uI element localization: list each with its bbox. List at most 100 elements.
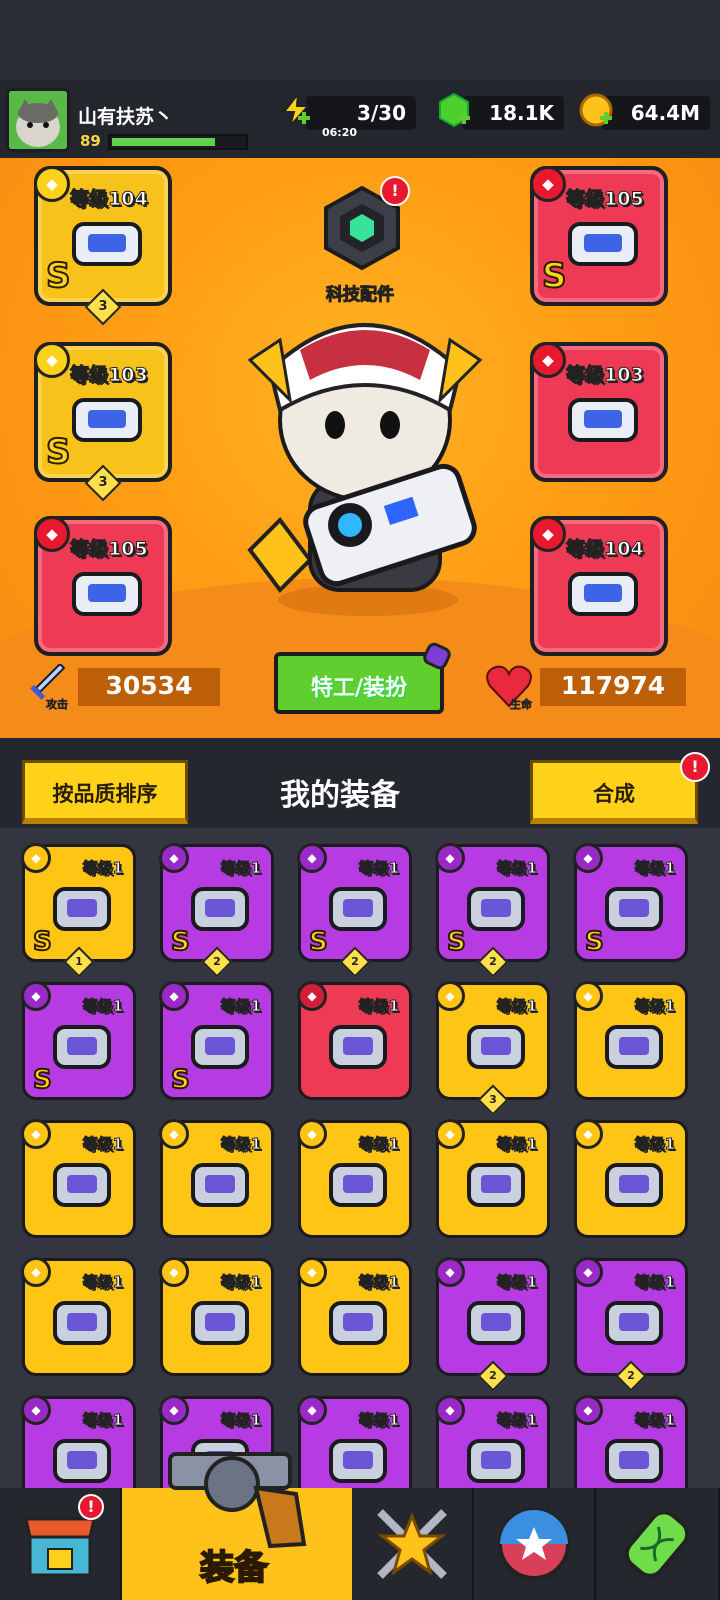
equipped-slot-weapon[interactable]: ◆ 等级104 S 3 bbox=[34, 166, 172, 326]
inventory-grid: ◆ 等级1 S 1 ◆ 等级1 S 2 ◆ 等级1 S 2 ◆ 等级1 S 2 ◆ 等级1 S ◆ 等级1 S ◆ 等级1 S ◆… bbox=[0, 828, 720, 1488]
inventory-item[interactable]: ◆ 等级1 2 bbox=[435, 1257, 550, 1392]
slot-type-icon: ◆ bbox=[34, 342, 70, 378]
blaster-gun-icon bbox=[72, 222, 142, 266]
inventory-item[interactable]: ◆ 等级1 S 2 bbox=[159, 843, 274, 978]
potion-icon bbox=[423, 642, 451, 670]
attack-value: 30534 bbox=[78, 668, 220, 706]
nav-tab-gacha[interactable] bbox=[474, 1488, 596, 1600]
dna-capsule-icon bbox=[624, 1510, 690, 1578]
equipped-slot-boots[interactable]: ◆ 等级104 bbox=[530, 516, 668, 656]
inventory-item[interactable]: ◆ 等级1 S bbox=[21, 981, 136, 1100]
item-level: 等级1 bbox=[220, 1273, 261, 1292]
rifle-icon bbox=[467, 1439, 525, 1483]
item-level: 等级1 bbox=[82, 1273, 123, 1292]
hp-value: 117974 bbox=[540, 668, 686, 706]
top-status-area bbox=[0, 0, 720, 80]
equipped-slot-glove[interactable]: ◆ 等级105 bbox=[34, 516, 172, 656]
item-star-badge: 2 bbox=[201, 946, 233, 978]
slot-star-count: 3 bbox=[98, 475, 108, 490]
player-avatar[interactable] bbox=[6, 88, 70, 152]
inventory-item[interactable]: ◆ 等级1 S 2 bbox=[435, 843, 550, 978]
item-level: 等级1 bbox=[634, 1135, 675, 1154]
inventory-item[interactable]: ◆ 等级1 bbox=[435, 1119, 550, 1238]
inventory-item[interactable]: ◆ 等级1 bbox=[297, 1119, 412, 1238]
slot-grade: S bbox=[541, 255, 567, 297]
inventory-item[interactable]: ◆ 等级1 S bbox=[159, 981, 274, 1100]
rope-belt-icon bbox=[605, 1301, 663, 1345]
item-grade: S bbox=[170, 1064, 191, 1096]
revolver-icon bbox=[168, 1452, 307, 1549]
energy-value: 3/30 bbox=[356, 101, 406, 125]
equipped-slot-necklace[interactable]: ◆ 等级103 S 3 bbox=[34, 342, 172, 502]
hammer-icon bbox=[605, 1439, 663, 1483]
agent-outfit-button[interactable]: 特工/装扮 bbox=[274, 652, 444, 714]
item-star-count: 2 bbox=[489, 1369, 497, 1382]
item-grade: S bbox=[32, 926, 53, 958]
blaster-gun-icon bbox=[329, 1439, 387, 1483]
inventory-item[interactable]: ◆ 等级1 bbox=[159, 1257, 274, 1376]
player-name: 山有扶苏丶 bbox=[78, 106, 174, 128]
steel-armor-icon bbox=[605, 1025, 663, 1069]
item-level: 等级1 bbox=[496, 1411, 537, 1430]
gold-coin-icon bbox=[579, 93, 613, 127]
item-level: 等级1 bbox=[634, 1411, 675, 1430]
slot-grade: S bbox=[45, 255, 71, 297]
inventory-item[interactable]: ◆ 等级1 3 bbox=[435, 981, 550, 1116]
nav-tab-battle[interactable] bbox=[352, 1488, 474, 1600]
merge-button[interactable]: 合成 bbox=[530, 760, 698, 824]
inventory-item[interactable]: ◆ 等级1 bbox=[297, 1257, 412, 1376]
coins-counter[interactable]: 64.4M bbox=[602, 96, 710, 130]
item-grade: S bbox=[308, 926, 329, 958]
cat-avatar-icon bbox=[9, 91, 67, 149]
inventory-item[interactable]: ◆ 等级1 S 1 bbox=[21, 843, 136, 978]
tech-parts-alert: ! bbox=[380, 176, 410, 206]
inventory-item[interactable]: ◆ 等级1 bbox=[21, 1257, 136, 1376]
metal-gauntlet-icon bbox=[72, 572, 142, 616]
lock-necklace-icon bbox=[191, 1163, 249, 1207]
inventory-item[interactable]: ◆ 等级1 S 2 bbox=[297, 843, 412, 978]
item-star-count: 2 bbox=[627, 1369, 635, 1382]
rope-belt-icon bbox=[467, 1163, 525, 1207]
dark-boots-icon bbox=[191, 1025, 249, 1069]
steel-armor-icon bbox=[53, 1439, 111, 1483]
inventory-item[interactable]: ◆ 等级1 bbox=[21, 1395, 136, 1488]
item-level: 等级1 bbox=[634, 1273, 675, 1292]
item-level: 等级1 bbox=[358, 1135, 399, 1154]
gems-counter[interactable]: 18.1K bbox=[462, 96, 564, 130]
slot-type-icon: ◆ bbox=[34, 516, 70, 552]
nav-tab-equipment-label: 装备 bbox=[199, 1547, 269, 1589]
inventory-item[interactable]: ◆ 等级1 bbox=[573, 981, 688, 1100]
item-star-count: 2 bbox=[489, 955, 497, 968]
inventory-item[interactable]: ◆ 等级1 bbox=[159, 1119, 274, 1238]
item-star-badge: 2 bbox=[477, 1360, 509, 1392]
item-star-badge: 2 bbox=[477, 946, 509, 978]
inventory-item[interactable]: ◆ 等级1 bbox=[573, 1119, 688, 1238]
star-swords-icon bbox=[377, 1509, 447, 1579]
star-ring-icon bbox=[72, 398, 142, 442]
slot-level: 等级105 bbox=[566, 188, 645, 211]
hamster-hero-character bbox=[247, 323, 483, 616]
inventory-item[interactable]: ◆ 等级1 S bbox=[573, 843, 688, 962]
nav-tab-genes[interactable] bbox=[596, 1488, 720, 1600]
star-belt-icon bbox=[568, 398, 638, 442]
inventory-item[interactable]: ◆ 等级1 bbox=[573, 1395, 688, 1488]
item-level: 等级1 bbox=[220, 859, 261, 878]
inventory-item[interactable]: ◆ 等级1 bbox=[21, 1119, 136, 1238]
sort-by-quality-button[interactable]: 按品质排序 bbox=[22, 760, 188, 824]
equipped-slot-belt[interactable]: ◆ 等级103 bbox=[530, 342, 668, 482]
hp-label: 生命 bbox=[510, 698, 533, 712]
item-star-count: 2 bbox=[213, 955, 221, 968]
inventory-item[interactable]: ◆ 等级1 2 bbox=[573, 1257, 688, 1392]
item-level: 等级1 bbox=[82, 859, 123, 878]
star-ball-icon bbox=[498, 1508, 570, 1580]
flame-sword-icon bbox=[605, 887, 663, 931]
equipped-slot-armor[interactable]: ◆ 等级105 S bbox=[530, 166, 668, 306]
slot-type-icon: ◆ bbox=[530, 516, 566, 552]
energy-counter[interactable]: 3/30 bbox=[306, 96, 416, 130]
item-level: 等级1 bbox=[358, 859, 399, 878]
inventory-item[interactable]: ◆ 等级1 bbox=[435, 1395, 550, 1488]
slot-level: 等级104 bbox=[70, 188, 149, 211]
inventory-item[interactable]: ◆ 等级1 bbox=[297, 981, 412, 1100]
slot-type-icon: ◆ bbox=[34, 166, 70, 202]
item-level: 等级1 bbox=[634, 997, 675, 1016]
